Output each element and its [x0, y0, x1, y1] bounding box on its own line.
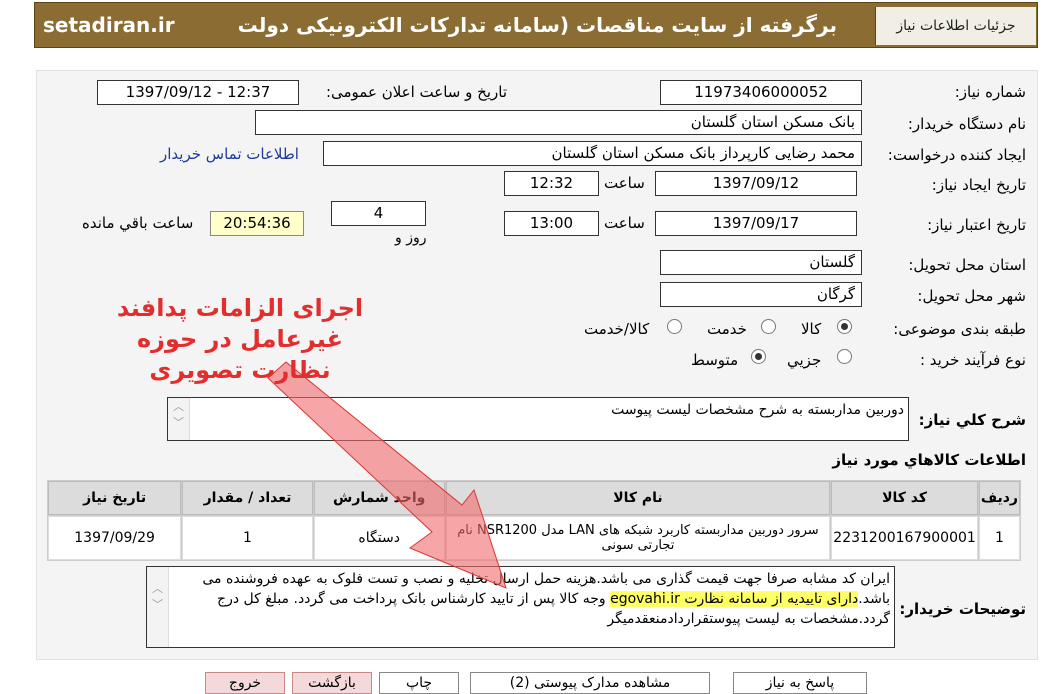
back-button[interactable]: بازگشت: [292, 672, 372, 694]
annotation-line3: نظارت تصویری: [149, 356, 331, 384]
annotation-line2: غیرعامل در حوزه: [137, 325, 343, 353]
exit-button[interactable]: خروج: [205, 672, 285, 694]
annotation-line1: اجرای الزامات پدافند: [116, 294, 364, 322]
annotation-text: اجرای الزامات پدافند غیرعامل در حوزه نظا…: [100, 293, 380, 386]
view-attachments-button[interactable]: مشاهده مدارک پیوستی (2): [470, 672, 710, 694]
answer-button[interactable]: پاسخ به نیاز: [733, 672, 867, 694]
print-button[interactable]: چاپ: [379, 672, 459, 694]
